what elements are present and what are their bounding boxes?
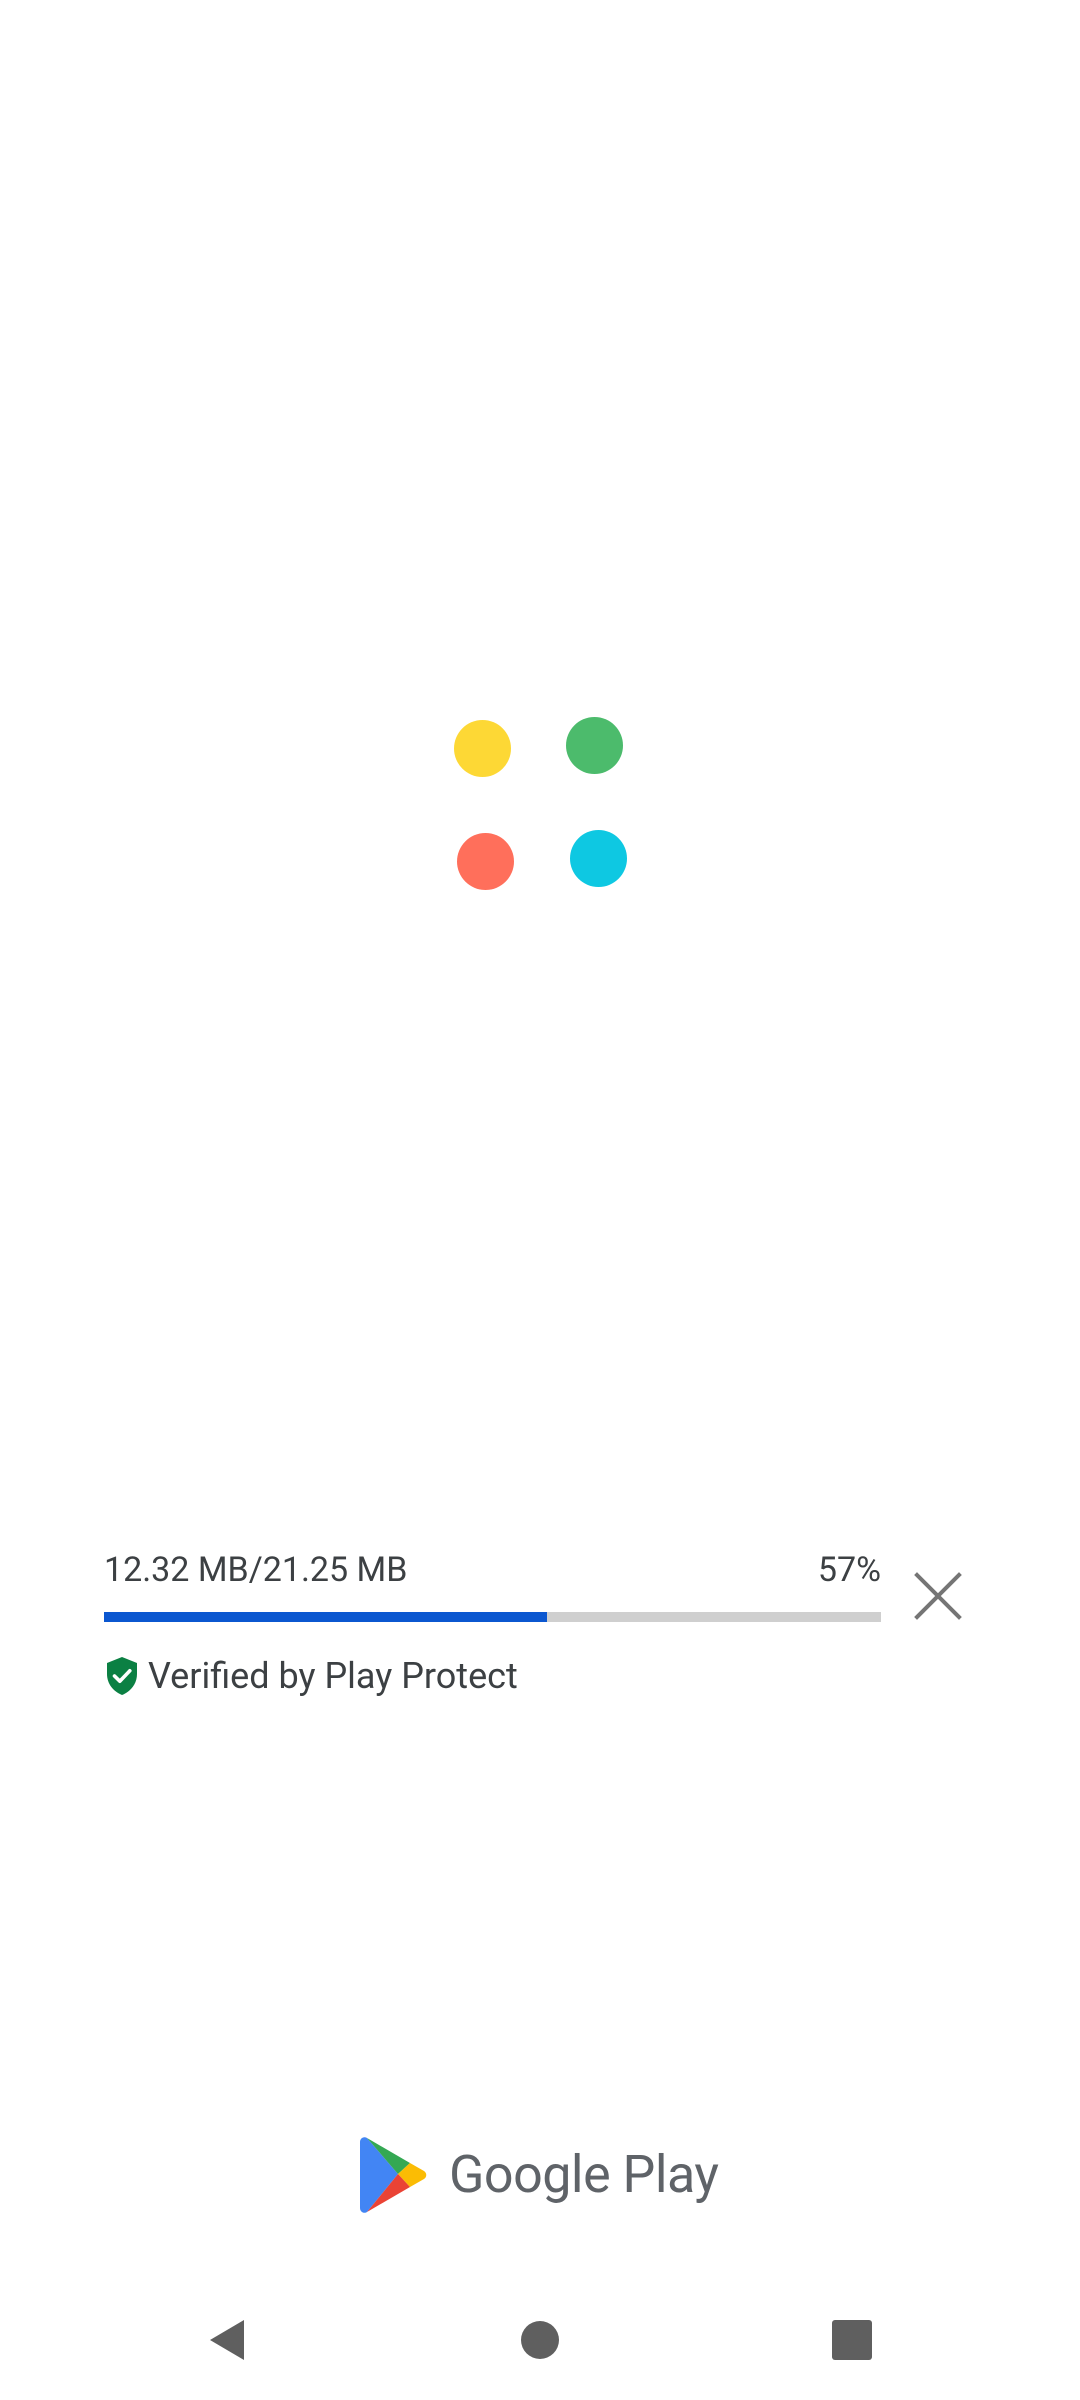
yellow-dot (454, 720, 511, 777)
recent-apps-square-icon (832, 2320, 872, 2360)
recent-apps-button[interactable] (816, 2304, 888, 2376)
verified-by-play-protect-text: Verified by Play Protect (148, 1655, 518, 1697)
download-progress-panel: 12.32 MB/21.25 MB 57% Verified by Play P… (104, 1540, 984, 1700)
blue-dot (570, 830, 627, 887)
close-icon (914, 1572, 962, 1620)
home-button[interactable] (504, 2304, 576, 2376)
download-size-text: 12.32 MB/21.25 MB (104, 1550, 408, 1590)
app-loading-logo (440, 700, 640, 900)
home-circle-icon (521, 2321, 559, 2359)
google-play-brand-name: Google Play (449, 2144, 719, 2205)
shield-check-icon (107, 1657, 137, 1695)
green-dot (566, 717, 623, 774)
google-play-branding: Google Play (357, 2130, 719, 2220)
download-progress-fill (104, 1612, 547, 1622)
cancel-download-button[interactable] (902, 1560, 974, 1632)
system-navigation-bar (0, 2280, 1080, 2400)
download-percent-text: 57% (817, 1550, 881, 1590)
back-button[interactable] (190, 2304, 262, 2376)
google-play-logo-icon (360, 2137, 427, 2213)
download-progress-track (104, 1612, 881, 1622)
back-triangle-icon (210, 2320, 244, 2360)
red-dot (457, 833, 514, 890)
play-protect-verification: Verified by Play Protect (104, 1652, 518, 1700)
